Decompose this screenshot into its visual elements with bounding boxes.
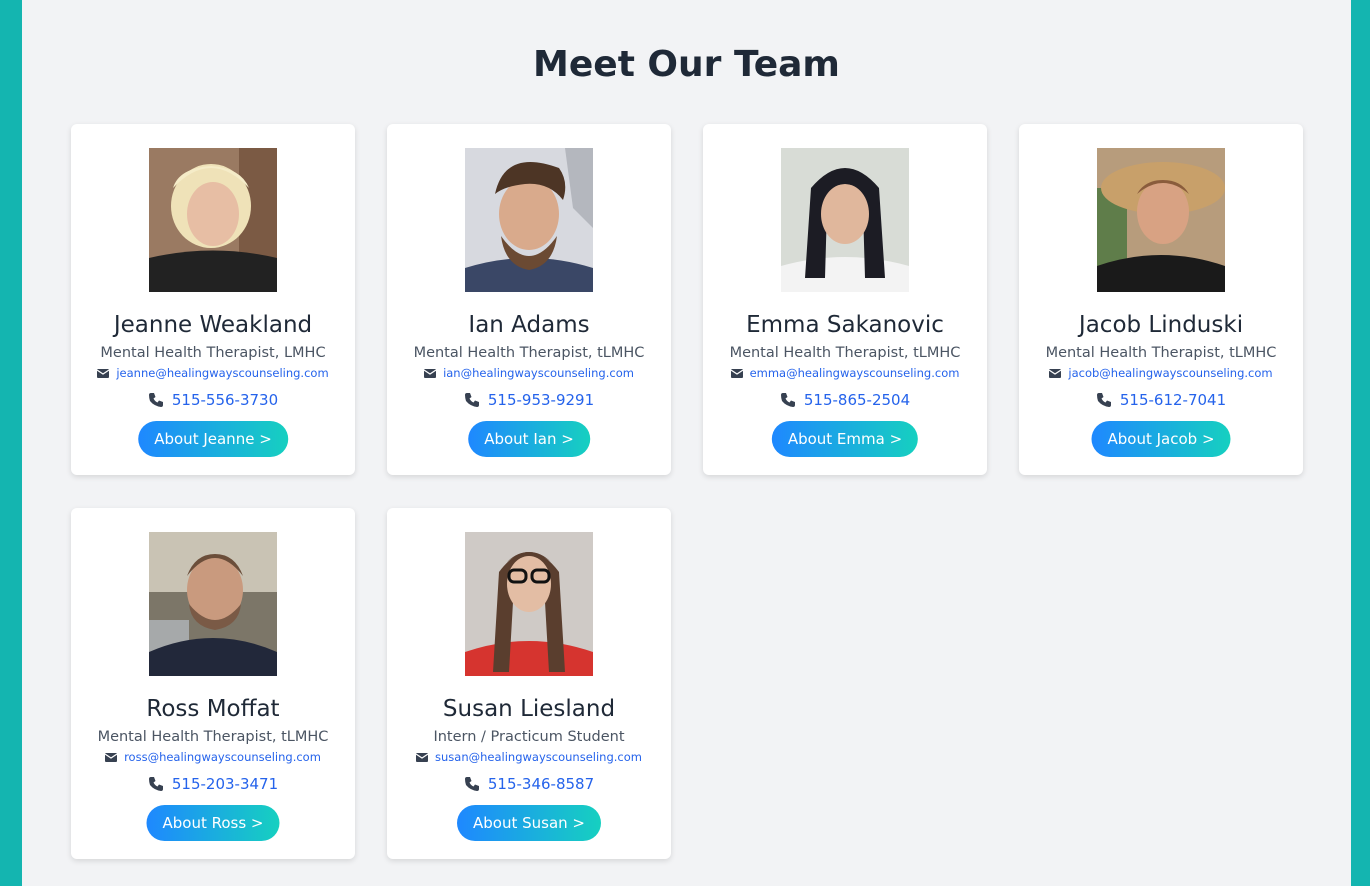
phone-link[interactable]: 515-612-7041 bbox=[1120, 391, 1226, 409]
about-button[interactable]: About Ian > bbox=[468, 421, 590, 457]
phone-row: 515-203-3471 bbox=[71, 773, 355, 795]
profile-photo-emma bbox=[781, 148, 909, 292]
member-name: Emma Sakanovic bbox=[746, 312, 944, 338]
member-role: Mental Health Therapist, tLMHC bbox=[97, 729, 329, 745]
phone-link[interactable]: 515-865-2504 bbox=[804, 391, 910, 409]
phone-row: 515-612-7041 bbox=[1019, 389, 1303, 411]
about-button[interactable]: About Jeanne > bbox=[138, 421, 288, 457]
envelope-icon bbox=[97, 369, 110, 378]
profile-photo-ross bbox=[149, 532, 277, 676]
phone-icon bbox=[464, 393, 479, 407]
phone-row: 515-953-9291 bbox=[387, 389, 671, 411]
phone-link[interactable]: 515-346-8587 bbox=[488, 775, 594, 793]
envelope-icon bbox=[105, 753, 118, 762]
team-card-ian: Ian Adams Mental Health Therapist, tLMHC… bbox=[387, 124, 671, 475]
page-title: Meet Our Team bbox=[533, 44, 840, 85]
email-row: emma@healingwayscounseling.com bbox=[703, 364, 987, 382]
about-button[interactable]: About Ross > bbox=[146, 805, 280, 841]
phone-link[interactable]: 515-953-9291 bbox=[488, 391, 594, 409]
member-role: Mental Health Therapist, tLMHC bbox=[729, 345, 961, 361]
member-role: Intern / Practicum Student bbox=[433, 729, 625, 745]
email-row: jacob@healingwayscounseling.com bbox=[1019, 364, 1303, 382]
team-card-emma: Emma Sakanovic Mental Health Therapist, … bbox=[703, 124, 987, 475]
member-role: Mental Health Therapist, tLMHC bbox=[413, 345, 645, 361]
member-name: Ian Adams bbox=[468, 312, 590, 338]
member-name: Jeanne Weakland bbox=[113, 312, 313, 338]
email-row: susan@healingwayscounseling.com bbox=[387, 748, 671, 766]
team-card-ross: Ross Moffat Mental Health Therapist, tLM… bbox=[71, 508, 355, 859]
email-row: ross@healingwayscounseling.com bbox=[71, 748, 355, 766]
about-button[interactable]: About Susan > bbox=[457, 805, 601, 841]
profile-photo-jacob bbox=[1097, 148, 1225, 292]
team-page: Meet Our Team Jeanne Weakland Mental Hea… bbox=[22, 0, 1351, 886]
email-link[interactable]: jacob@healingwayscounseling.com bbox=[1068, 366, 1272, 380]
phone-link[interactable]: 515-556-3730 bbox=[172, 391, 278, 409]
email-link[interactable]: susan@healingwayscounseling.com bbox=[435, 750, 642, 764]
envelope-icon bbox=[1049, 369, 1062, 378]
phone-icon bbox=[464, 777, 479, 791]
email-row: ian@healingwayscounseling.com bbox=[387, 364, 671, 382]
member-name: Susan Liesland bbox=[442, 696, 616, 722]
member-role: Mental Health Therapist, LMHC bbox=[100, 345, 326, 361]
phone-row: 515-556-3730 bbox=[71, 389, 355, 411]
email-link[interactable]: ross@healingwayscounseling.com bbox=[124, 750, 321, 764]
phone-icon bbox=[148, 777, 163, 791]
profile-photo-jeanne bbox=[149, 148, 277, 292]
phone-icon bbox=[1096, 393, 1111, 407]
about-button[interactable]: About Jacob > bbox=[1091, 421, 1231, 457]
email-link[interactable]: jeanne@healingwayscounseling.com bbox=[116, 366, 328, 380]
email-row: jeanne@healingwayscounseling.com bbox=[71, 364, 355, 382]
about-button[interactable]: About Emma > bbox=[771, 421, 919, 457]
member-role: Mental Health Therapist, tLMHC bbox=[1045, 345, 1277, 361]
envelope-icon bbox=[730, 369, 743, 378]
envelope-icon bbox=[416, 753, 429, 762]
profile-photo-ian bbox=[465, 148, 593, 292]
phone-row: 515-865-2504 bbox=[703, 389, 987, 411]
member-name: Jacob Linduski bbox=[1078, 312, 1244, 338]
email-link[interactable]: emma@healingwayscounseling.com bbox=[750, 366, 960, 380]
team-card-jeanne: Jeanne Weakland Mental Health Therapist,… bbox=[71, 124, 355, 475]
profile-photo-susan bbox=[465, 532, 593, 676]
team-card-susan: Susan Liesland Intern / Practicum Studen… bbox=[387, 508, 671, 859]
envelope-icon bbox=[424, 369, 437, 378]
phone-row: 515-346-8587 bbox=[387, 773, 671, 795]
phone-icon bbox=[780, 393, 795, 407]
member-name: Ross Moffat bbox=[146, 696, 280, 722]
phone-icon bbox=[148, 393, 163, 407]
team-card-jacob: Jacob Linduski Mental Health Therapist, … bbox=[1019, 124, 1303, 475]
email-link[interactable]: ian@healingwayscounseling.com bbox=[443, 366, 634, 380]
phone-link[interactable]: 515-203-3471 bbox=[172, 775, 278, 793]
